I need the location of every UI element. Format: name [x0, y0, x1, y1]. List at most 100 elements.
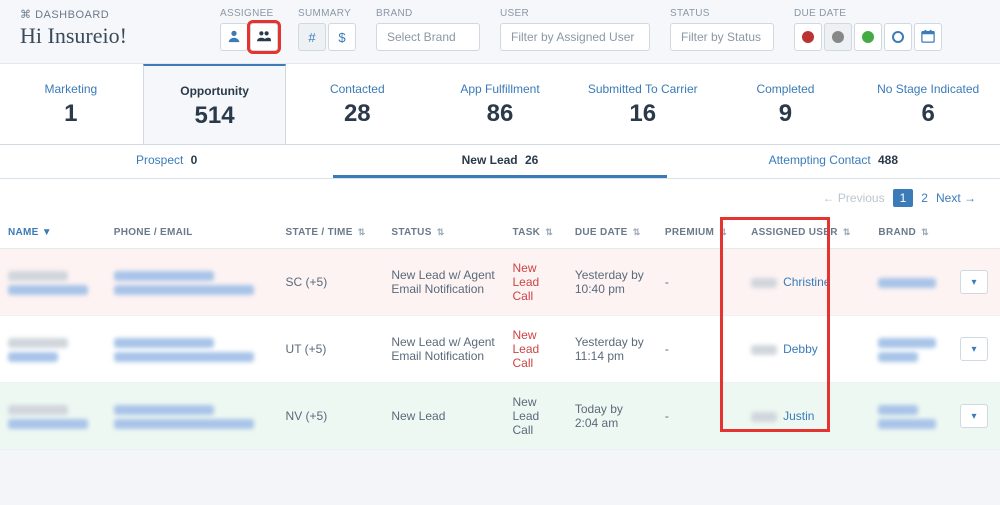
pagination: ← Previous 1 2 Next → — [0, 179, 1000, 217]
green-dot-icon — [862, 31, 874, 43]
sort-desc-icon: ▼ — [42, 227, 52, 238]
redacted-name — [8, 338, 68, 348]
next-page[interactable]: Next → — [936, 191, 976, 205]
status-label: STATUS — [670, 8, 774, 19]
col-state[interactable]: STATE / TIME ⇅ — [278, 217, 384, 249]
user-label: USER — [500, 8, 650, 19]
stage-label: No Stage Indicated — [861, 82, 995, 96]
due-calendar-button[interactable] — [914, 23, 942, 51]
stage-count: 86 — [433, 100, 567, 128]
stage-label: Submitted To Carrier — [576, 82, 710, 96]
redacted-name — [8, 419, 88, 429]
redacted-brand — [878, 352, 918, 362]
stage-label: Marketing — [4, 82, 138, 96]
sort-icon: ⇅ — [719, 227, 727, 237]
status-filter[interactable]: Filter by Status — [670, 23, 774, 51]
summary-count-button[interactable]: # — [298, 23, 326, 51]
redacted-avatar — [751, 412, 777, 422]
row-due: Yesterday by 11:14 pm — [567, 316, 657, 383]
row-premium: - — [657, 383, 743, 450]
due-open-button[interactable] — [884, 23, 912, 51]
substage-attempting[interactable]: Attempting Contact 488 — [667, 145, 1000, 178]
brand-label: BRAND — [376, 8, 480, 19]
sort-icon: ⇅ — [358, 227, 366, 237]
assigned-user-link[interactable]: Christine — [783, 275, 830, 289]
stage-tab-contacted[interactable]: Contacted 28 — [286, 64, 429, 144]
stage-count: 514 — [148, 102, 282, 130]
stage-count: 16 — [576, 100, 710, 128]
col-assigned[interactable]: ASSIGNED USER ⇅ — [743, 217, 870, 249]
state-time: SC (+5) — [278, 249, 384, 316]
sort-icon: ⇅ — [545, 227, 553, 237]
chevron-down-icon: ▾ — [971, 277, 976, 288]
status-placeholder: Filter by Status — [681, 30, 761, 44]
page-1[interactable]: 1 — [893, 189, 914, 207]
hash-icon: # — [308, 30, 315, 45]
row-task: New Lead Call — [505, 316, 567, 383]
brand-select[interactable]: Select Brand — [376, 23, 480, 51]
sort-icon: ⇅ — [437, 227, 445, 237]
table-row[interactable]: SC (+5) New Lead w/ Agent Email Notifica… — [0, 249, 1000, 316]
assigned-user-link[interactable]: Justin — [783, 409, 814, 423]
assignee-me-button[interactable] — [220, 23, 248, 51]
stage-tab-submitted[interactable]: Submitted To Carrier 16 — [572, 64, 715, 144]
summary-dollar-button[interactable]: $ — [328, 23, 356, 51]
col-due[interactable]: DUE DATE ⇅ — [567, 217, 657, 249]
duedate-label: DUE DATE — [794, 8, 942, 19]
user-filter[interactable]: Filter by Assigned User — [500, 23, 650, 51]
col-status[interactable]: STATUS ⇅ — [383, 217, 504, 249]
substage-label: Attempting Contact — [769, 153, 871, 167]
stage-tab-completed[interactable]: Completed 9 — [715, 64, 858, 144]
substage-tabs: Prospect 0 New Lead 26 Attempting Contac… — [0, 145, 1000, 179]
redacted-brand — [878, 405, 918, 415]
dashboard-icon: ⌘ — [20, 9, 32, 21]
due-green-button[interactable] — [854, 23, 882, 51]
col-name[interactable]: NAME ▼ — [0, 217, 106, 249]
due-grey-button[interactable] — [824, 23, 852, 51]
redacted-name — [8, 405, 68, 415]
stage-tabs: Marketing 1 Opportunity 514 Contacted 28… — [0, 64, 1000, 145]
stage-tab-marketing[interactable]: Marketing 1 — [0, 64, 143, 144]
prev-page[interactable]: ← Previous — [823, 191, 885, 205]
header-bar: ⌘ DASHBOARD Hi Insureio! ASSIGNEE — [0, 0, 1000, 64]
row-due: Today by 2:04 am — [567, 383, 657, 450]
redacted-email — [114, 352, 254, 362]
col-task[interactable]: TASK ⇅ — [505, 217, 567, 249]
col-phone[interactable]: PHONE / EMAIL — [106, 217, 278, 249]
stage-tab-app-fulfillment[interactable]: App Fulfillment 86 — [429, 64, 572, 144]
people-icon — [257, 29, 271, 46]
row-task: New Lead Call — [505, 249, 567, 316]
redacted-phone — [114, 405, 214, 415]
substage-label: New Lead — [462, 153, 518, 167]
brand-placeholder: Select Brand — [387, 30, 456, 44]
assigned-user-link[interactable]: Debby — [783, 342, 818, 356]
assignee-team-button[interactable] — [250, 23, 278, 51]
row-status: New Lead w/ Agent Email Notification — [383, 249, 504, 316]
col-premium[interactable]: PREMIUM ⇅ — [657, 217, 743, 249]
row-premium: - — [657, 316, 743, 383]
row-task: New Lead Call — [505, 383, 567, 450]
row-actions-button[interactable]: ▾ — [960, 337, 988, 361]
grey-dot-icon — [832, 31, 844, 43]
col-brand[interactable]: BRAND ⇅ — [870, 217, 952, 249]
substage-prospect[interactable]: Prospect 0 — [0, 145, 333, 178]
stage-tab-opportunity[interactable]: Opportunity 514 — [143, 64, 287, 144]
due-red-button[interactable] — [794, 23, 822, 51]
redacted-avatar — [751, 345, 777, 355]
red-dot-icon — [802, 31, 814, 43]
redacted-email — [114, 285, 254, 295]
table-row[interactable]: UT (+5) New Lead w/ Agent Email Notifica… — [0, 316, 1000, 383]
stage-label: Completed — [719, 82, 853, 96]
table-row[interactable]: NV (+5) New Lead New Lead Call Today by … — [0, 383, 1000, 450]
person-icon — [227, 29, 241, 46]
row-actions-button[interactable]: ▾ — [960, 270, 988, 294]
row-actions-button[interactable]: ▾ — [960, 404, 988, 428]
chevron-down-icon: ▾ — [971, 411, 976, 422]
substage-new-lead[interactable]: New Lead 26 — [333, 145, 666, 178]
sort-icon: ⇅ — [843, 227, 851, 237]
redacted-brand — [878, 419, 936, 429]
substage-count: 0 — [191, 153, 198, 167]
page-2[interactable]: 2 — [921, 191, 928, 205]
row-status: New Lead — [383, 383, 504, 450]
stage-tab-no-stage[interactable]: No Stage Indicated 6 — [857, 64, 1000, 144]
